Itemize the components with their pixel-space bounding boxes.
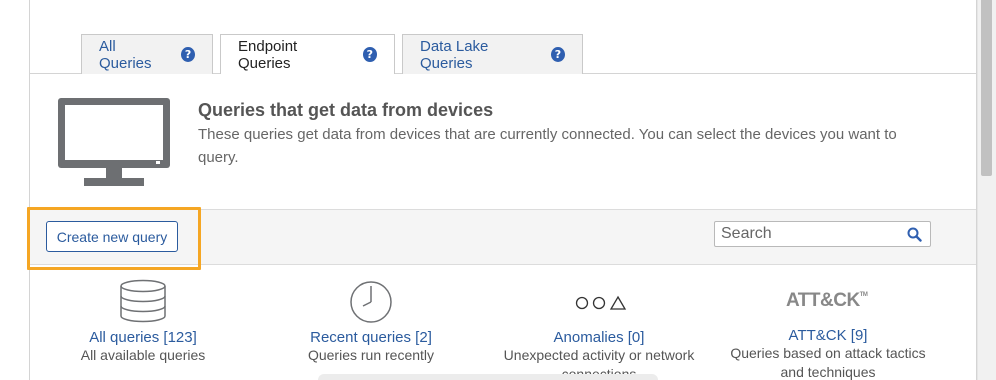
- help-circle-icon[interactable]: ?: [550, 47, 565, 62]
- tab-endpoint-queries[interactable]: Endpoint Queries ?: [220, 34, 395, 74]
- help-circle-icon[interactable]: ?: [362, 47, 377, 62]
- search-input[interactable]: [714, 221, 931, 247]
- clock-icon: [350, 281, 392, 323]
- category-attck-description: Queries based on attack tactics and tech…: [730, 345, 926, 380]
- search-icon[interactable]: [907, 227, 922, 242]
- category-attck-link[interactable]: ATT&CK [9]: [723, 327, 933, 344]
- tab-label: Data Lake Queries: [420, 37, 489, 72]
- tab-label: Endpoint Queries: [238, 37, 298, 72]
- tab-label: All Queries: [99, 37, 152, 72]
- category-all-queries-description: All available queries: [80, 347, 206, 363]
- page-description: These queries get data from devices that…: [198, 126, 897, 166]
- scrollbar-thumb[interactable]: [981, 0, 992, 176]
- create-new-query-button[interactable]: Create new query: [46, 221, 178, 252]
- page-title: Queries that get data from devices: [198, 100, 494, 120]
- tab-data-lake-queries[interactable]: Data Lake Queries ?: [402, 34, 583, 74]
- help-circle-icon[interactable]: ?: [181, 47, 195, 62]
- category-recent-queries-description: Queries run recently: [307, 347, 435, 363]
- bottom-scroll-hint: [318, 374, 658, 380]
- category-all-queries-link[interactable]: All queries [123]: [38, 329, 248, 346]
- shapes-icon: [575, 295, 627, 310]
- database-icon: [120, 279, 166, 323]
- category-recent-queries-link[interactable]: Recent queries [2]: [266, 329, 476, 346]
- attck-logo: ATT&CKTM: [786, 290, 868, 311]
- monitor-icon: [58, 98, 170, 186]
- tab-all-queries[interactable]: All Queries ?: [81, 34, 213, 74]
- category-anomalies-link[interactable]: Anomalies [0]: [494, 329, 704, 346]
